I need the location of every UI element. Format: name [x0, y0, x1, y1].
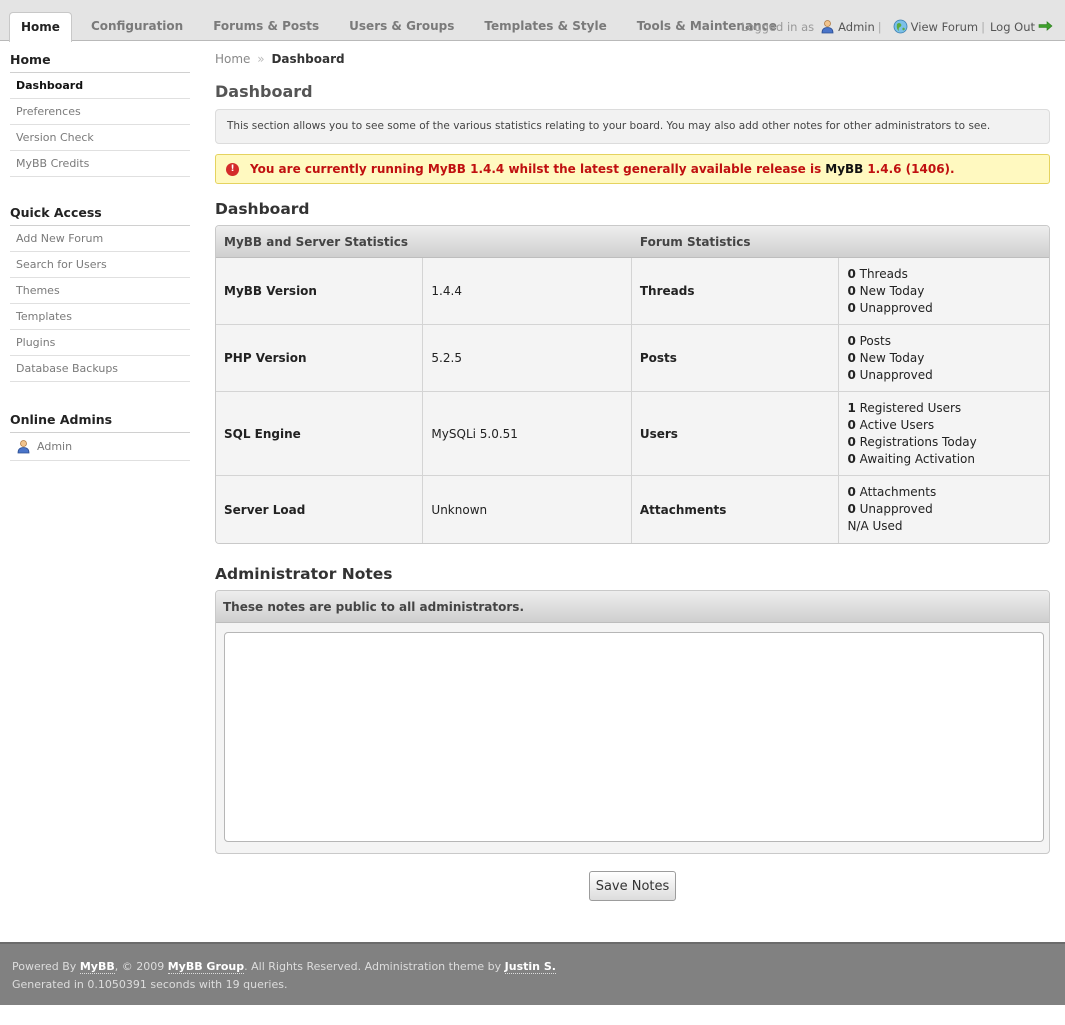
main-tabs: Home Configuration Forums & Posts Users …	[9, 12, 796, 42]
mybb-link[interactable]: MyBB	[79, 960, 115, 974]
footer-generated: Generated in 0.1050391 seconds with 19 q…	[12, 978, 288, 991]
breadcrumb-home[interactable]: Home	[215, 52, 250, 66]
sidebar-section-online-admins: Online Admins Admin	[10, 412, 190, 461]
mybb-group-link[interactable]: MyBB Group	[167, 960, 245, 974]
stat-value-list: 0 Threads 0 New Today 0 Unapproved	[839, 258, 1049, 325]
stat-label: Threads	[631, 258, 840, 325]
sidebar-item-dashboard[interactable]: Dashboard	[10, 73, 190, 99]
stat-label: Users	[631, 392, 840, 476]
tab-configuration[interactable]: Configuration	[80, 12, 194, 41]
sidebar: Home Dashboard Preferences Version Check…	[10, 52, 190, 481]
sidebar-item-themes[interactable]: Themes	[10, 278, 190, 304]
sidebar-item-templates[interactable]: Templates	[10, 304, 190, 330]
main-content: Home » Dashboard Dashboard This section …	[215, 52, 1050, 901]
sidebar-item-database-backups[interactable]: Database Backups	[10, 356, 190, 382]
sidebar-item-plugins[interactable]: Plugins	[10, 330, 190, 356]
tab-home[interactable]: Home	[9, 12, 72, 42]
stat-label: Posts	[631, 325, 840, 392]
notes-body	[216, 623, 1049, 853]
stat-value-list: 0 Attachments 0 Unapproved N/A Used	[839, 476, 1049, 543]
statistics-table: MyBB and Server Statistics Forum Statist…	[215, 225, 1050, 544]
save-notes-button[interactable]: Save Notes	[588, 871, 677, 901]
top-navigation: Home Configuration Forums & Posts Users …	[0, 0, 1065, 42]
table-row: Server Load Unknown Attachments 0 Attach…	[216, 476, 1049, 543]
notes-header: These notes are public to all administra…	[216, 591, 1049, 623]
admin-profile-link[interactable]: Admin	[838, 20, 875, 34]
arrow-right-icon	[1038, 20, 1053, 34]
stat-value: 1.4.4	[423, 258, 632, 325]
sidebar-heading: Online Admins	[10, 412, 190, 433]
sidebar-section-home: Home Dashboard Preferences Version Check…	[10, 52, 190, 177]
table-row: MyBB Version 1.4.4 Threads 0 Threads 0 N…	[216, 258, 1049, 325]
stat-label: Attachments	[631, 476, 840, 543]
alert-latest-version[interactable]: 1.4.6 (1406).	[867, 162, 954, 176]
separator: |	[981, 19, 985, 34]
user-icon	[16, 439, 31, 454]
table-row: PHP Version 5.2.5 Posts 0 Posts 0 New To…	[216, 325, 1049, 392]
version-alert: ! You are currently running MyBB 1.4.4 w…	[215, 154, 1050, 184]
sidebar-item-add-new-forum[interactable]: Add New Forum	[10, 226, 190, 252]
alert-icon: !	[226, 162, 239, 176]
stat-value-list: 1 Registered Users 0 Active Users 0 Regi…	[839, 392, 1049, 476]
sidebar-heading: Quick Access	[10, 205, 190, 226]
breadcrumb-separator: »	[257, 52, 265, 66]
alert-text: You are currently running MyBB 1.4.4 whi…	[250, 162, 822, 176]
sidebar-item-mybb-credits[interactable]: MyBB Credits	[10, 151, 190, 177]
breadcrumb: Home » Dashboard	[215, 52, 1050, 66]
logged-in-label: Logged in as	[741, 19, 815, 34]
online-admin-name: Admin	[37, 440, 73, 453]
globe-icon	[893, 19, 908, 34]
tab-forums-posts[interactable]: Forums & Posts	[202, 12, 330, 41]
sidebar-item-version-check[interactable]: Version Check	[10, 125, 190, 151]
notes-title: Administrator Notes	[215, 565, 393, 583]
separator: |	[877, 19, 882, 34]
table-row: SQL Engine MySQLi 5.0.51 Users 1 Registe…	[216, 392, 1049, 476]
notes-textarea[interactable]	[224, 632, 1044, 842]
stat-label: Server Load	[216, 476, 424, 543]
footer: Powered By MyBB, © 2009 MyBB Group. All …	[0, 942, 1065, 1005]
sidebar-item-preferences[interactable]: Preferences	[10, 99, 190, 125]
footer-copyright: Powered By MyBB, © 2009 MyBB Group. All …	[12, 960, 556, 974]
stat-label: SQL Engine	[216, 392, 424, 476]
view-forum-link[interactable]: View Forum	[911, 20, 978, 34]
stat-value-list: 0 Posts 0 New Today 0 Unapproved	[839, 325, 1049, 392]
theme-author-link[interactable]: Justin S.	[504, 960, 556, 974]
sidebar-heading: Home	[10, 52, 190, 73]
table-header: MyBB and Server Statistics	[216, 226, 632, 258]
table-header: Forum Statistics	[631, 226, 1049, 258]
tab-users-groups[interactable]: Users & Groups	[338, 12, 465, 41]
breadcrumb-current: Dashboard	[271, 52, 345, 66]
button-row: Save Notes	[215, 871, 1050, 901]
tab-templates-style[interactable]: Templates & Style	[473, 12, 617, 41]
stat-label: PHP Version	[216, 325, 424, 392]
sidebar-section-quick-access: Quick Access Add New Forum Search for Us…	[10, 205, 190, 382]
administrator-notes-box: These notes are public to all administra…	[215, 590, 1050, 854]
log-out-link[interactable]: Log Out	[990, 20, 1035, 34]
stat-value: MySQLi 5.0.51	[423, 392, 632, 476]
alert-product: MyBB	[825, 162, 864, 176]
stat-value: 5.2.5	[423, 325, 632, 392]
page-description: This section allows you to see some of t…	[215, 109, 1050, 144]
stat-value: Unknown	[423, 476, 632, 543]
page-title: Dashboard	[215, 82, 313, 101]
stats-title: Dashboard	[215, 200, 310, 218]
user-icon	[820, 19, 835, 34]
online-admin-item[interactable]: Admin	[10, 433, 190, 461]
sidebar-item-search-users[interactable]: Search for Users	[10, 252, 190, 278]
user-bar: Logged in as Admin | View Forum | Log Ou…	[741, 19, 1053, 34]
stat-label: MyBB Version	[216, 258, 424, 325]
